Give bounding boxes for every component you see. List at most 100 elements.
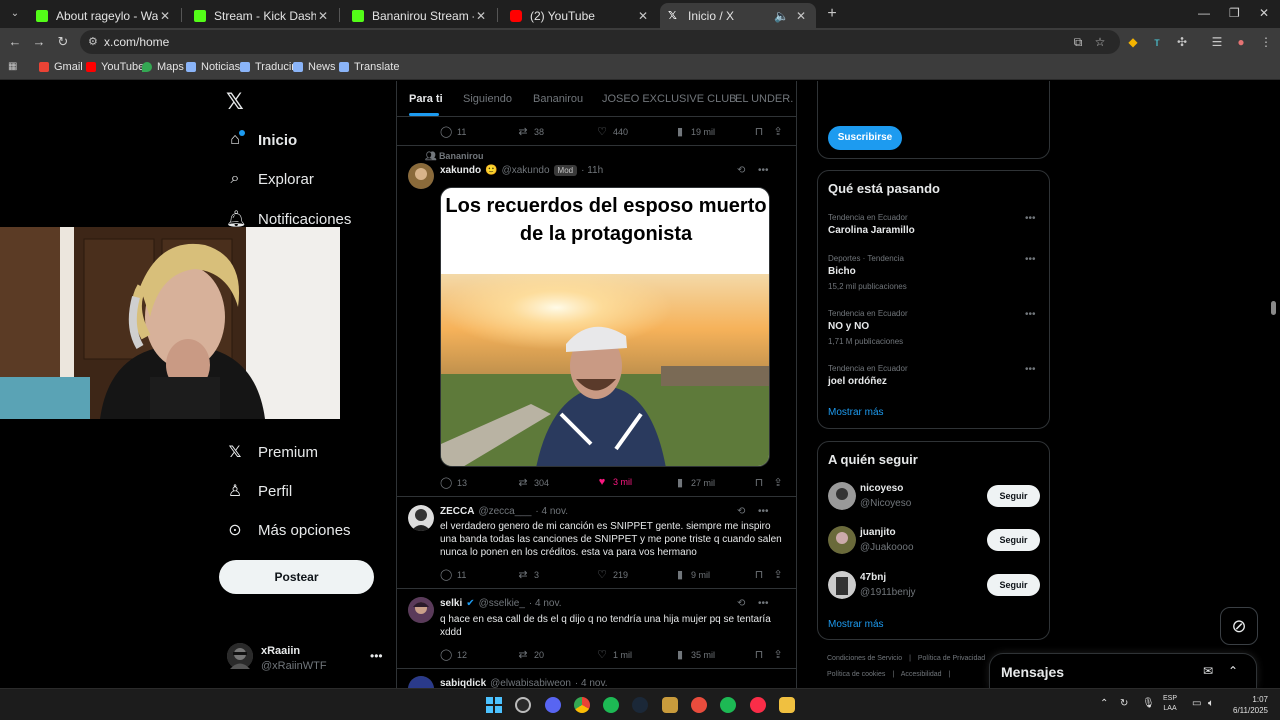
author-handle[interactable]: @zecca___	[478, 506, 531, 517]
browser-tab-active[interactable]: 𝕏 Inicio / X 🔈 ✕	[660, 3, 816, 28]
close-tab-icon[interactable]: ✕	[158, 9, 172, 23]
translate-extension-icon[interactable]: ᴛ	[1150, 35, 1164, 49]
footer-link[interactable]: Condiciones de Servicio	[827, 655, 902, 662]
tray-chevron-icon[interactable]: ⌃	[1100, 698, 1108, 709]
more-dots-icon[interactable]: •••	[758, 598, 769, 609]
repost-button[interactable]: ⇄ 38	[517, 125, 544, 138]
minimize-icon[interactable]: —	[1198, 6, 1210, 20]
share-button[interactable]: ⇪	[772, 476, 789, 489]
spotify-icon[interactable]	[603, 697, 619, 713]
repost-button[interactable]: ⇄ 3	[517, 568, 539, 581]
site-info-icon[interactable]: ⚙	[88, 35, 98, 48]
sidebar-item-inicio[interactable]: ⌂ Inicio	[226, 130, 297, 149]
messages-drawer[interactable]: Mensajes ✉ ⌃	[989, 653, 1257, 688]
file-explorer-icon[interactable]	[779, 697, 795, 713]
tweet-time[interactable]: · 4 nov.	[575, 678, 608, 688]
avatar[interactable]	[408, 676, 434, 688]
bookmark-button[interactable]: ⊓	[753, 125, 770, 138]
author-handle[interactable]: @sselkie_	[479, 598, 525, 609]
tweet-time[interactable]: · 4 nov.	[529, 598, 562, 609]
bookmark-translate[interactable]: Translate	[339, 61, 399, 73]
grok-icon[interactable]: ⟲	[737, 165, 745, 176]
bookmark-gmail[interactable]: Gmail	[39, 61, 83, 73]
share-button[interactable]: ⇪	[772, 568, 789, 581]
address-bar[interactable]: ⚙ x.com/home	[80, 30, 1120, 54]
browser-tab[interactable]: About rageylo - Watch Live on ✕	[28, 3, 180, 28]
page-scrollbar-thumb[interactable]	[1271, 301, 1276, 315]
sidebar-item-explorar[interactable]: ⌕ Explorar	[226, 170, 314, 188]
like-button[interactable]: ♥ 3 mil	[596, 476, 632, 488]
more-dots-icon[interactable]: •••	[1025, 254, 1036, 265]
avatar[interactable]	[828, 526, 856, 554]
expand-chevron-icon[interactable]: ⌃	[1228, 664, 1238, 678]
tab-search-chevron-icon[interactable]: ⌄	[6, 5, 24, 23]
language-indicator[interactable]: ESP LAA	[1163, 694, 1177, 714]
more-dots-icon[interactable]: •••	[1025, 213, 1036, 224]
views-button[interactable]: ▮ 19 mil	[674, 125, 715, 138]
spotify-icon[interactable]	[720, 697, 736, 713]
profile-avatar-icon[interactable]: ●	[1234, 35, 1248, 49]
league-icon[interactable]	[662, 697, 678, 713]
avatar[interactable]	[408, 163, 434, 189]
share-button[interactable]: ⇪	[772, 648, 789, 661]
show-more-follow-link[interactable]: Mostrar más	[828, 619, 884, 630]
reading-list-icon[interactable]: ☰	[1210, 35, 1224, 49]
address-url[interactable]: x.com/home	[104, 35, 169, 49]
follow-button[interactable]: Seguir	[987, 529, 1040, 551]
forward-icon[interactable]: →	[31, 34, 47, 49]
follow-button[interactable]: Seguir	[987, 574, 1040, 596]
sync-icon[interactable]: ↻	[1120, 698, 1128, 709]
obs-icon[interactable]	[515, 697, 531, 713]
new-message-icon[interactable]: ✉	[1203, 664, 1213, 678]
repost-button[interactable]: ⇄ 20	[517, 648, 544, 661]
discord-icon[interactable]	[545, 697, 561, 713]
extension-icon[interactable]: ◆	[1126, 35, 1140, 49]
bookmark-button[interactable]: ⊓	[753, 476, 770, 489]
grok-icon[interactable]: ⟲	[737, 598, 745, 609]
network-icon[interactable]: ▭	[1192, 698, 1201, 709]
more-dots-icon[interactable]: •••	[1025, 364, 1036, 375]
views-button[interactable]: ▮ 9 mil	[674, 568, 710, 581]
steam-icon[interactable]	[632, 697, 648, 713]
post-button[interactable]: Postear	[219, 560, 374, 594]
bookmark-star-icon[interactable]: ☆	[1093, 35, 1107, 49]
opera-icon[interactable]	[750, 697, 766, 713]
grok-floating-button[interactable]: ⊘	[1220, 607, 1258, 645]
close-tab-icon[interactable]: ✕	[474, 9, 488, 23]
reload-icon[interactable]: ↻	[55, 34, 71, 50]
close-tab-icon[interactable]: ✕	[316, 9, 330, 23]
author-name[interactable]: sabiqdick	[440, 678, 486, 688]
more-dots-icon[interactable]: •••	[1025, 309, 1036, 320]
reply-button[interactable]: ◯ 12	[440, 648, 467, 661]
install-app-icon[interactable]: ⧉	[1071, 35, 1085, 50]
avatar[interactable]	[828, 571, 856, 599]
system-clock[interactable]: 1:07 6/11/2025	[1226, 694, 1268, 716]
views-button[interactable]: ▮ 27 mil	[674, 476, 715, 489]
account-switcher[interactable]: xRaaiin @xRaiinWTF •••	[227, 643, 387, 673]
footer-link[interactable]: Política de cookies	[827, 671, 885, 678]
bookmark-traducir[interactable]: Traducir	[240, 61, 295, 73]
bookmark-button[interactable]: ⊓	[753, 568, 770, 581]
avatar[interactable]	[408, 597, 434, 623]
like-button[interactable]: ♡ 219	[596, 568, 628, 581]
microphone-icon[interactable]: 🎙︎	[1142, 698, 1155, 709]
browser-tab[interactable]: (2) YouTube ✕	[502, 3, 658, 28]
more-dots-icon[interactable]: •••	[370, 649, 383, 663]
tab-siguiendo[interactable]: Siguiendo	[463, 93, 512, 105]
chrome-icon[interactable]	[574, 697, 590, 713]
reply-button[interactable]: ◯ 11	[440, 125, 466, 138]
chrome-menu-icon[interactable]: ⋮	[1259, 35, 1273, 49]
bookmark-noticias[interactable]: Noticias	[186, 61, 240, 73]
volume-icon[interactable]: 🔈︎	[1208, 698, 1214, 709]
more-dots-icon[interactable]: •••	[758, 165, 769, 176]
windows-start-icon[interactable]	[486, 697, 502, 713]
tweet-time[interactable]: · 11h	[581, 165, 603, 176]
like-button[interactable]: ♡ 1 mil	[596, 648, 632, 661]
author-handle[interactable]: @elwabisabiweon	[490, 678, 571, 688]
share-button[interactable]: ⇪	[772, 125, 789, 138]
browser-tab[interactable]: Bananirou Stream - Watch Live ✕	[344, 3, 496, 28]
more-dots-icon[interactable]: •••	[758, 506, 769, 517]
speaker-icon[interactable]: 🔈	[774, 9, 789, 23]
bookmark-maps[interactable]: Maps	[142, 61, 184, 73]
browser-tab[interactable]: Stream - Kick Dashboard ✕	[186, 3, 338, 28]
